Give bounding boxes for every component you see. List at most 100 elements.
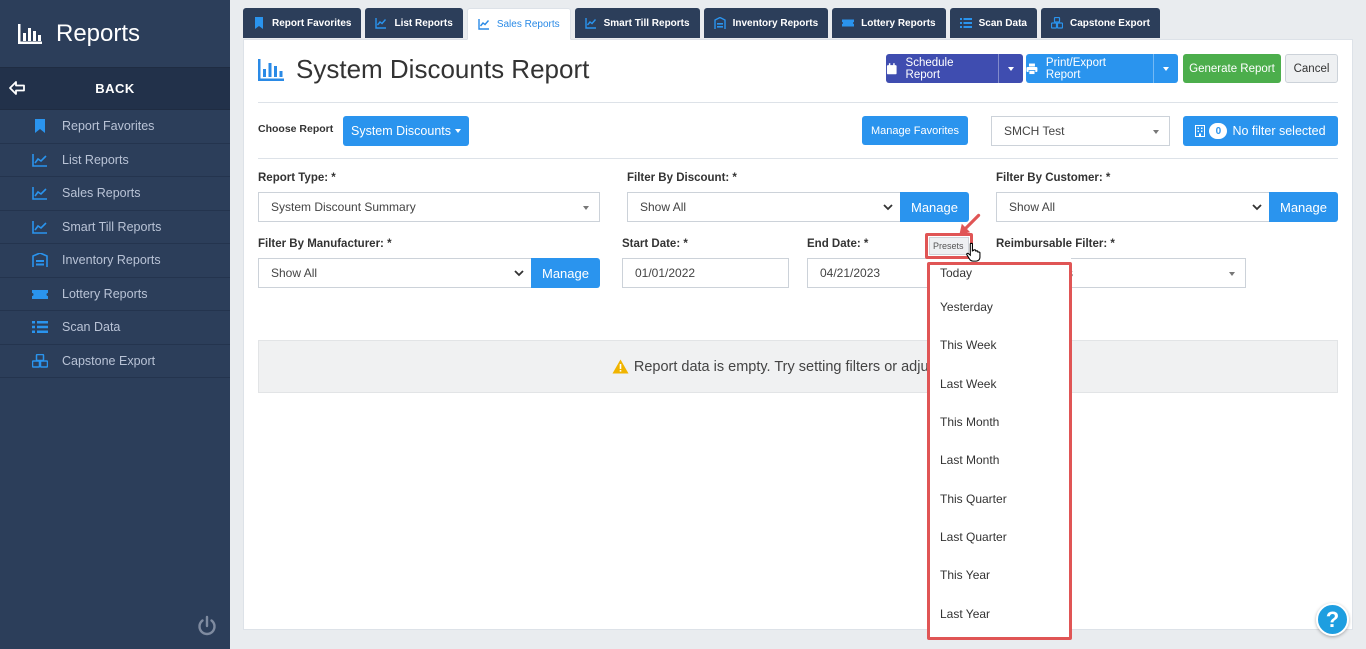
report-tabs: Report Favorites List Reports Sales Repo… bbox=[243, 8, 1164, 40]
back-button[interactable]: BACK bbox=[0, 67, 230, 110]
report-type-value: System Discount Summary bbox=[271, 200, 416, 214]
empty-report-notice: Report data is empty. Try setting filter… bbox=[258, 340, 1338, 393]
start-date-label: Start Date: * bbox=[622, 238, 688, 250]
power-icon[interactable] bbox=[196, 615, 218, 637]
sidebar-item-label: Sales Reports bbox=[62, 186, 141, 201]
manage-manufacturer-button[interactable]: Manage bbox=[531, 258, 600, 288]
page-title: System Discounts Report bbox=[258, 54, 589, 85]
discount-filter-select[interactable]: Show All bbox=[627, 192, 901, 222]
filter-label: No filter selected bbox=[1232, 124, 1326, 138]
generate-report-label: Generate Report bbox=[1189, 62, 1275, 75]
tab-scan-data[interactable]: Scan Data bbox=[949, 8, 1037, 38]
manufacturer-filter-value: Show All bbox=[271, 266, 318, 280]
tab-report-favorites[interactable]: Report Favorites bbox=[243, 8, 362, 38]
sidebar-item-smart-till-reports[interactable]: Smart Till Reports bbox=[0, 211, 230, 244]
store-select[interactable]: SMCH Test bbox=[991, 116, 1170, 146]
manage-favorites-label: Manage Favorites bbox=[870, 124, 960, 137]
tab-label: Scan Data bbox=[978, 17, 1027, 29]
sidebar-item-label: Scan Data bbox=[62, 320, 121, 335]
start-date-value: 01/01/2022 bbox=[635, 266, 696, 280]
back-label: BACK bbox=[95, 81, 135, 96]
sidebar-item-label: Smart Till Reports bbox=[62, 219, 162, 234]
tab-smart-till-reports[interactable]: Smart Till Reports bbox=[574, 8, 700, 38]
filter-button[interactable]: 0 No filter selected bbox=[1183, 116, 1338, 146]
list-icon bbox=[32, 321, 48, 334]
manufacturer-filter-label: Filter By Manufacturer: * bbox=[258, 238, 392, 250]
filter-count-badge: 0 bbox=[1209, 123, 1228, 139]
arrow-annotation-icon bbox=[959, 213, 981, 235]
chart-line-icon bbox=[32, 153, 47, 167]
sidebar-item-sales-reports[interactable]: Sales Reports bbox=[0, 177, 230, 211]
sidebar-item-label: List Reports bbox=[62, 152, 129, 167]
sidebar-item-lottery-reports[interactable]: Lottery Reports bbox=[0, 278, 230, 311]
print-dropdown-toggle[interactable] bbox=[1153, 54, 1178, 83]
sidebar-item-report-favorites[interactable]: Report Favorites bbox=[0, 110, 230, 144]
chart-line-icon bbox=[375, 18, 387, 29]
presets-menu-highlight bbox=[927, 262, 1072, 640]
sidebar-item-inventory-reports[interactable]: Inventory Reports bbox=[0, 244, 230, 278]
help-button[interactable]: ? bbox=[1316, 603, 1349, 636]
end-date-label: End Date: * bbox=[807, 238, 869, 250]
report-type-select[interactable]: System Discount Summary bbox=[258, 192, 600, 222]
warning-icon bbox=[612, 359, 629, 374]
chart-line-icon bbox=[32, 220, 47, 234]
choose-report-dropdown[interactable]: System Discounts bbox=[343, 116, 469, 146]
chevron-down-icon bbox=[883, 204, 893, 211]
cancel-button[interactable]: Cancel bbox=[1285, 54, 1338, 83]
choose-report-label: Choose Report bbox=[258, 123, 334, 135]
tab-lottery-reports[interactable]: Lottery Reports bbox=[832, 8, 946, 38]
divider bbox=[258, 102, 1338, 103]
chevron-down-icon bbox=[514, 270, 524, 277]
tab-label: Lottery Reports bbox=[861, 17, 936, 29]
end-date-input[interactable]: 04/21/2023 bbox=[807, 258, 931, 288]
manage-customer-button[interactable]: Manage bbox=[1269, 192, 1338, 222]
tab-sales-reports[interactable]: Sales Reports bbox=[466, 8, 571, 40]
schedule-report-label: Schedule Report bbox=[905, 56, 954, 81]
sidebar-item-capstone-export[interactable]: Capstone Export bbox=[0, 345, 230, 378]
divider bbox=[258, 158, 1338, 159]
print-export-button[interactable]: Print/Export Report bbox=[1026, 54, 1178, 83]
tab-label: Inventory Reports bbox=[732, 17, 819, 29]
cubes-icon bbox=[1050, 17, 1063, 29]
discount-filter-label: Filter By Discount: * bbox=[627, 172, 737, 184]
chart-line-icon bbox=[584, 18, 596, 29]
bar-chart-icon bbox=[18, 23, 42, 44]
manage-favorites-button[interactable]: Manage Favorites bbox=[862, 116, 968, 145]
tab-list-reports[interactable]: List Reports bbox=[365, 8, 463, 38]
start-date-input[interactable]: 01/01/2022 bbox=[622, 258, 789, 288]
caret-down-icon bbox=[1229, 272, 1235, 276]
sidebar-item-label: Inventory Reports bbox=[62, 253, 161, 268]
store-select-value: SMCH Test bbox=[1004, 124, 1065, 138]
sidebar-item-scan-data[interactable]: Scan Data bbox=[0, 311, 230, 345]
cancel-label: Cancel bbox=[1293, 62, 1330, 75]
building-icon bbox=[1195, 125, 1206, 137]
schedule-dropdown-toggle[interactable] bbox=[998, 54, 1023, 83]
sidebar-item-label: Report Favorites bbox=[62, 119, 155, 134]
cubes-icon bbox=[32, 353, 48, 368]
generate-report-button[interactable]: Generate Report bbox=[1183, 54, 1281, 83]
warehouse-icon bbox=[32, 253, 48, 268]
reimbursable-filter-select[interactable]: s bbox=[1060, 258, 1246, 288]
manufacturer-filter-select[interactable]: Show All bbox=[258, 258, 532, 288]
end-date-value: 04/21/2023 bbox=[820, 266, 881, 280]
customer-filter-label: Filter By Customer: * bbox=[996, 172, 1111, 184]
chevron-down-icon bbox=[1252, 204, 1262, 211]
chart-line-icon bbox=[478, 19, 489, 30]
caret-down-icon bbox=[583, 206, 589, 210]
sidebar-item-list-reports[interactable]: List Reports bbox=[0, 144, 230, 177]
hand-cursor-icon bbox=[966, 242, 981, 262]
sidebar-item-label: Lottery Reports bbox=[62, 286, 148, 301]
reimbursable-filter-label: Reimbursable Filter: * bbox=[996, 238, 1115, 250]
caret-down-icon bbox=[1163, 66, 1169, 71]
print-export-label: Print/Export Report bbox=[1045, 56, 1106, 81]
customer-filter-select[interactable]: Show All bbox=[996, 192, 1270, 222]
sidebar-header: Reports bbox=[0, 0, 230, 67]
tab-label: Capstone Export bbox=[1069, 17, 1150, 29]
tab-inventory-reports[interactable]: Inventory Reports bbox=[703, 8, 829, 38]
ticket-icon bbox=[32, 289, 48, 299]
schedule-report-button[interactable]: Schedule Report bbox=[886, 54, 1023, 83]
report-type-label: Report Type: * bbox=[258, 172, 336, 184]
tab-capstone-export[interactable]: Capstone Export bbox=[1040, 8, 1160, 38]
sidebar: Reports BACK Report Favorites List Repor… bbox=[0, 0, 230, 649]
list-icon bbox=[959, 18, 972, 28]
